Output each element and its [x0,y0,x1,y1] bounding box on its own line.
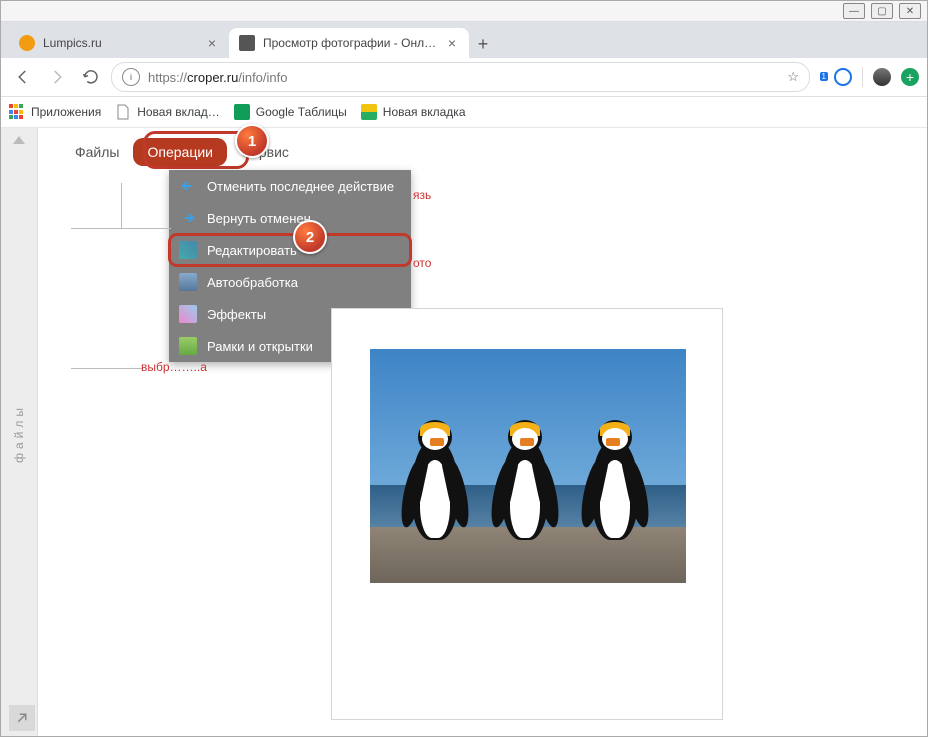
window-maximize-button[interactable]: ▢ [871,3,893,19]
menu-item-label: Автообработка [207,275,298,290]
decorative-line [121,183,122,228]
photo-penguin [400,420,470,550]
menu-item-label: Рамки и открытки [207,339,313,354]
site-info-icon[interactable]: i [122,68,140,86]
url-text: https://croper.ru/info/info [148,70,779,85]
photo-preview[interactable] [370,349,686,583]
bookmark-apps[interactable]: Приложения [9,104,101,120]
menu-item-redo[interactable]: Вернуть отменен [169,202,411,234]
photo-penguin [580,420,650,550]
menu-item-label: Редактировать [207,243,297,258]
bookmark-item[interactable]: Google Таблицы [234,104,347,120]
bookmark-star-icon[interactable]: ☆ [787,69,799,85]
window-titlebar: — ▢ ✕ [1,1,927,22]
browser-window: — ▢ ✕ Lumpics.ru × Просмотр фотографии -… [0,0,928,737]
menu-item-undo[interactable]: Отменить последнее действие [169,170,411,202]
apps-icon [9,104,25,120]
undo-icon [179,177,197,195]
page-content: файлы Файлы Операции Сервис 1 Отменить п… [1,128,927,737]
decorative-line [71,368,143,369]
plus-icon[interactable]: + [901,68,919,86]
new-tab-button[interactable]: + [469,30,497,58]
address-bar[interactable]: i https://croper.ru/info/info ☆ [111,62,810,92]
tab-close-icon[interactable]: × [445,36,459,50]
page-icon [115,104,131,120]
photo-icon [361,104,377,120]
chevron-up-icon[interactable] [13,136,25,144]
window-minimize-button[interactable]: — [843,3,865,19]
menu-item-label: Эффекты [207,307,266,322]
external-link-icon[interactable] [9,705,35,731]
crop-favicon-icon [239,35,255,51]
annotation-badge-1: 1 [235,124,269,158]
menu-operations[interactable]: Операции [133,138,227,166]
partial-text: язь [413,188,431,202]
tab-close-icon[interactable]: × [205,36,219,50]
bookmark-label: Google Таблицы [256,105,347,119]
redo-icon [179,209,197,227]
partial-text: выбр……..а [141,360,207,374]
partial-text: ото [413,256,431,270]
menu-item-label: Отменить последнее действие [207,179,394,194]
image-viewer-frame [331,308,723,720]
bookmark-label: Новая вклад… [137,105,220,119]
effects-icon [179,305,197,323]
extensions-area: 1 + [816,67,919,87]
bookmarks-bar: Приложения Новая вклад… Google Таблицы Н… [1,97,927,128]
menu-item-label: Вернуть отменен [207,211,311,226]
browser-tab[interactable]: Lumpics.ru × [9,28,229,58]
back-button[interactable] [9,63,37,91]
bookmark-label: Приложения [31,105,101,119]
browser-toolbar: i https://croper.ru/info/info ☆ 1 + [1,58,927,97]
browser-tab[interactable]: Просмотр фотографии - Онлай × [229,28,469,58]
bookmark-item[interactable]: Новая вкладка [361,104,466,120]
decorative-line [71,228,171,229]
sheets-icon [234,104,250,120]
edit-icon [179,241,197,259]
menu-files[interactable]: Файлы [61,138,133,166]
reload-button[interactable] [77,63,105,91]
favicon-icon [19,35,35,51]
globe-icon[interactable] [834,68,852,86]
frames-icon [179,337,197,355]
separator [862,67,863,87]
profile-avatar-icon[interactable] [873,68,891,86]
photo-penguin [490,420,560,550]
forward-button[interactable] [43,63,71,91]
auto-process-icon [179,273,197,291]
window-close-button[interactable]: ✕ [899,3,921,19]
tab-strip: Lumpics.ru × Просмотр фотографии - Онлай… [1,22,927,58]
tab-title: Lumpics.ru [43,36,197,50]
bookmark-item[interactable]: Новая вклад… [115,104,220,120]
menu-item-edit[interactable]: Редактировать [169,234,411,266]
files-side-panel[interactable]: файлы [1,128,38,737]
side-panel-label: файлы [12,404,26,463]
annotation-badge-2: 2 [293,220,327,254]
bookmark-label: Новая вкладка [383,105,466,119]
menu-item-auto[interactable]: Автообработка [169,266,411,298]
tab-title: Просмотр фотографии - Онлай [263,36,437,50]
